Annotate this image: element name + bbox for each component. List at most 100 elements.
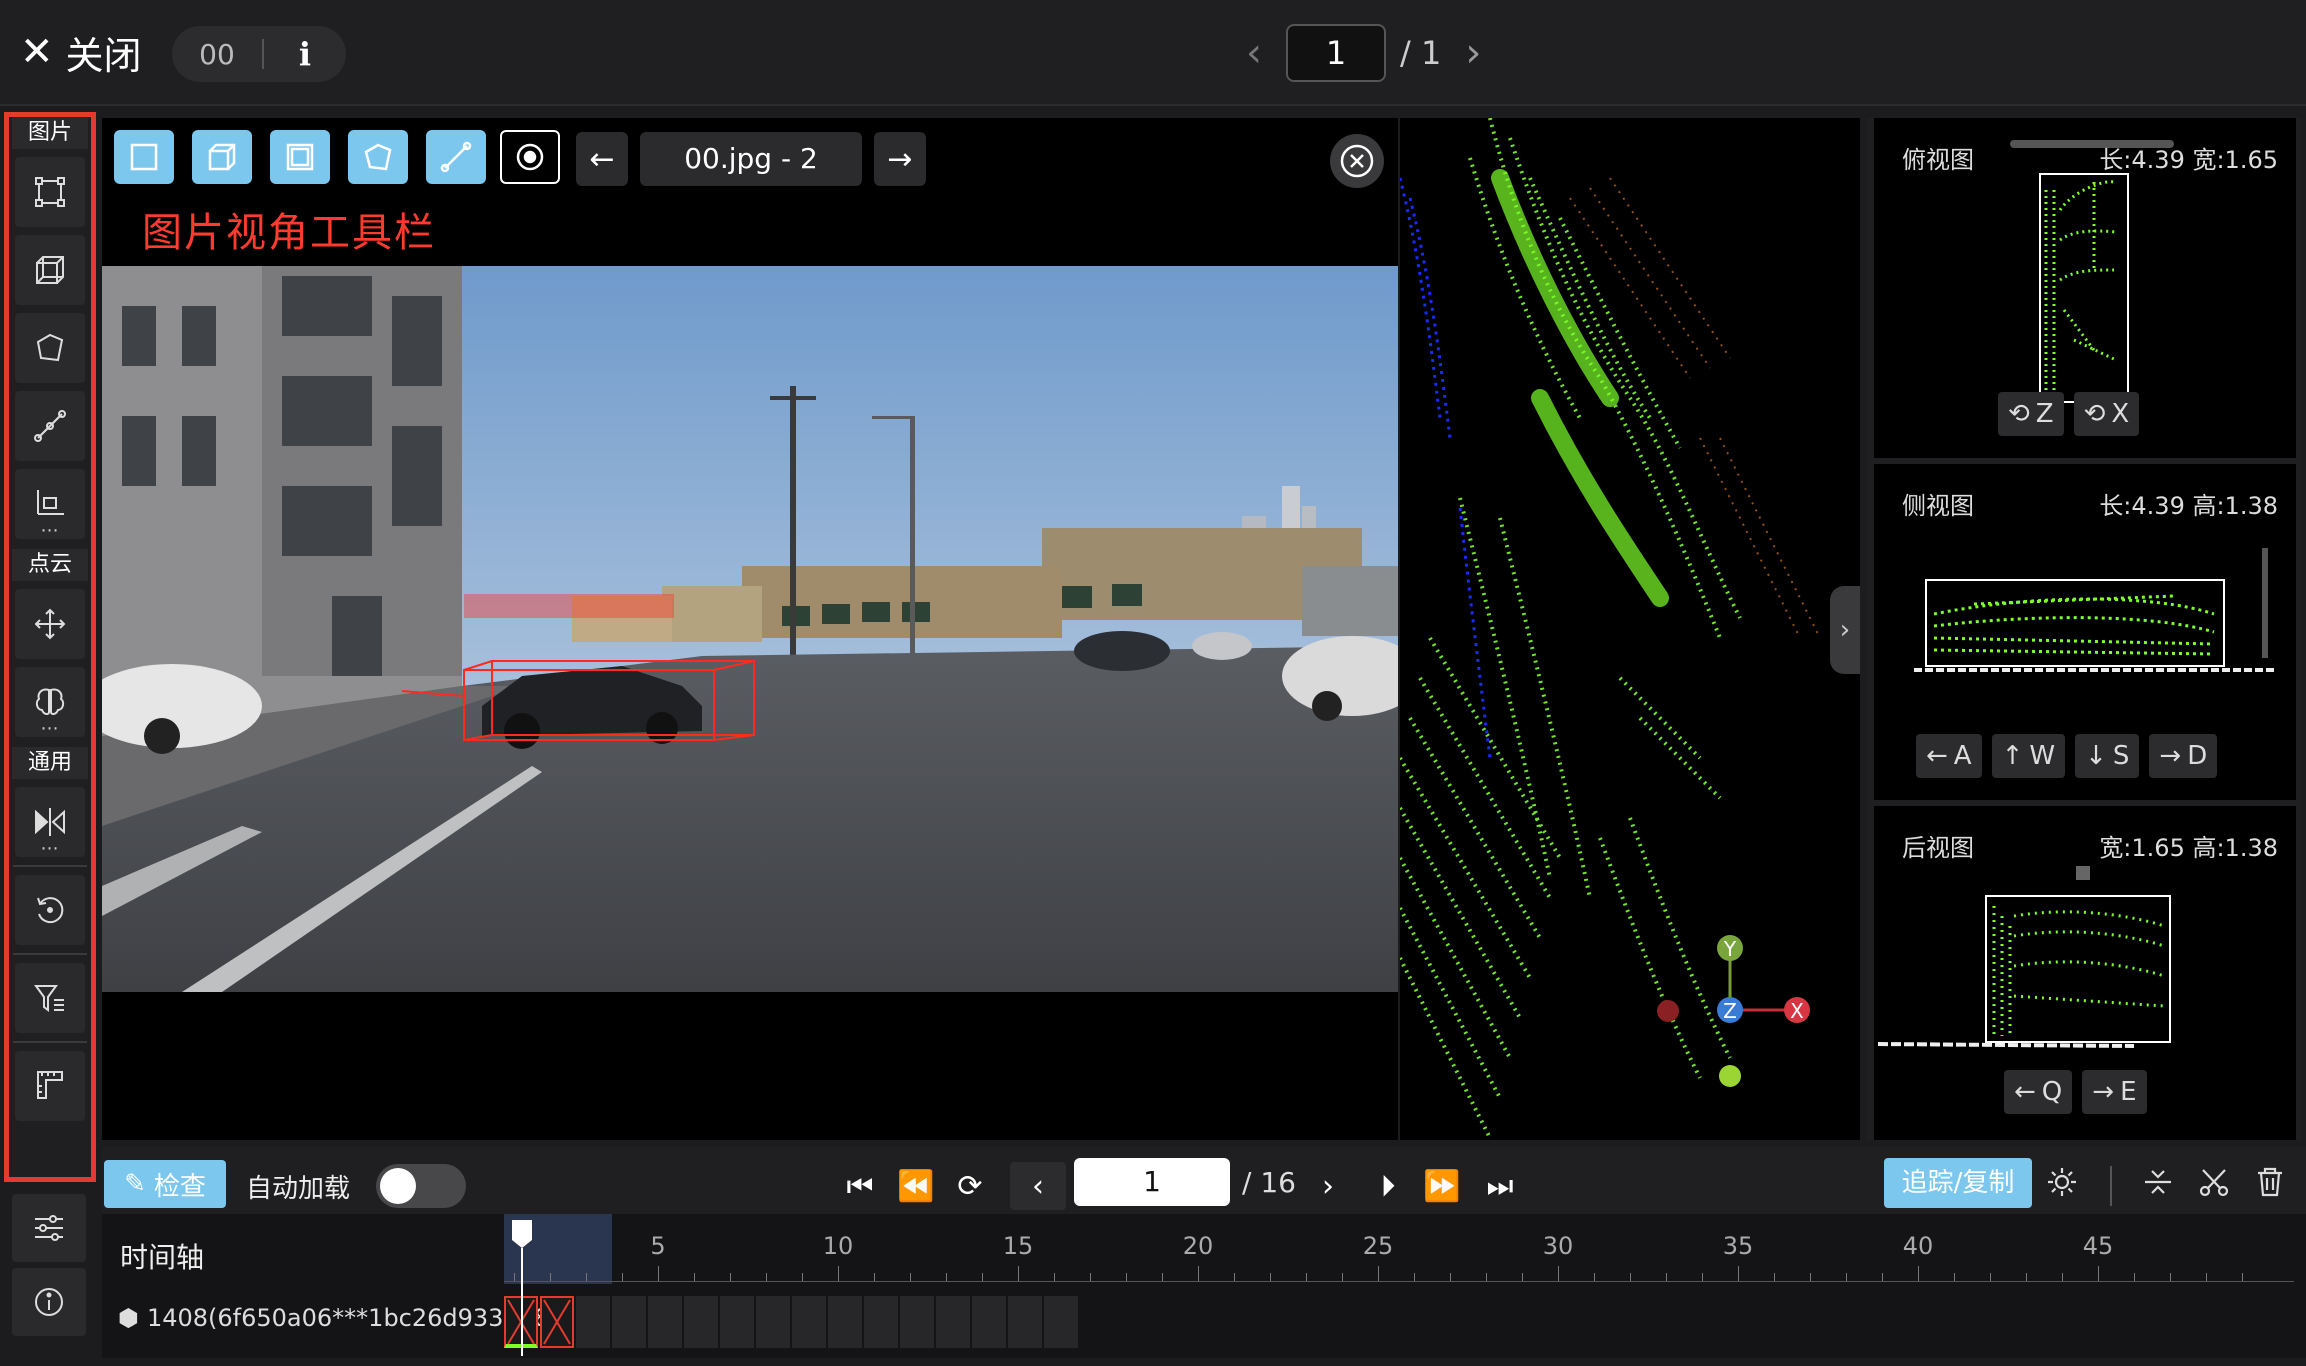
rewind-button[interactable]: ⏪ bbox=[892, 1162, 940, 1210]
track-frame-cell[interactable] bbox=[720, 1296, 754, 1348]
cut-button[interactable] bbox=[2194, 1162, 2234, 1202]
close-button[interactable]: ✕ 关闭 bbox=[20, 24, 142, 80]
frame-input[interactable]: 1 bbox=[1074, 1158, 1230, 1206]
split-button[interactable] bbox=[2138, 1162, 2178, 1202]
rect-tool-button[interactable] bbox=[15, 157, 85, 227]
image-box-tool[interactable] bbox=[270, 130, 330, 184]
loop-button[interactable]: ⟳ bbox=[946, 1162, 994, 1210]
last-frame-button[interactable]: ⏭ bbox=[1476, 1162, 1524, 1210]
fast-forward-button[interactable]: ⏩ bbox=[1418, 1162, 1466, 1210]
settings-sliders-button[interactable] bbox=[12, 1194, 86, 1262]
ai-tool-button[interactable]: ⋯ bbox=[15, 667, 85, 739]
track-frame-cell[interactable] bbox=[1044, 1296, 1078, 1348]
track-frame-cell[interactable] bbox=[864, 1296, 898, 1348]
scissors-icon bbox=[2199, 1169, 2229, 1197]
image-keypoint-tool[interactable] bbox=[500, 130, 560, 184]
track-frame-cell[interactable] bbox=[1008, 1296, 1042, 1348]
prev-page-icon[interactable]: ‹ bbox=[1236, 30, 1272, 76]
track-frame-cell[interactable] bbox=[900, 1296, 934, 1348]
track-frame-cell[interactable] bbox=[792, 1296, 826, 1348]
rotate-e-button[interactable]: → E bbox=[2082, 1070, 2147, 1114]
polyline-tool-button[interactable] bbox=[15, 391, 85, 461]
page-navigator: ‹ 1 / 1 › bbox=[1236, 24, 1491, 82]
image-cuboid-tool[interactable] bbox=[192, 130, 252, 184]
polygon-tool-button[interactable] bbox=[15, 313, 85, 383]
target-icon bbox=[516, 143, 544, 171]
check-button[interactable]: ✎ 检查 bbox=[104, 1160, 226, 1208]
track-frame-cell[interactable] bbox=[936, 1296, 970, 1348]
rotate-x-button[interactable]: ⟲ X bbox=[2073, 392, 2140, 436]
point-cloud-view[interactable]: Y X Z bbox=[1400, 118, 1860, 1140]
settings-button[interactable] bbox=[2042, 1162, 2082, 1202]
arrow-right-icon: → bbox=[887, 141, 913, 177]
filter-tool-button[interactable] bbox=[15, 963, 85, 1033]
image-polygon-tool[interactable] bbox=[348, 130, 408, 184]
cuboid-tool-button[interactable] bbox=[15, 235, 85, 305]
track-frame-cell[interactable] bbox=[684, 1296, 718, 1348]
toolbar-divider bbox=[13, 953, 87, 955]
toolbar-caption: 图片视角工具栏 bbox=[142, 210, 436, 256]
svg-text:X: X bbox=[1790, 999, 1804, 1023]
play-button[interactable]: ⏵ bbox=[1364, 1162, 1412, 1210]
cube-icon bbox=[36, 256, 64, 284]
timeline-cursor[interactable] bbox=[510, 1218, 534, 1356]
rewind-icon: ⏪ bbox=[897, 1168, 935, 1204]
side-view-panel[interactable]: 侧视图 长:4.39 高:1.38 ← A ↑ W ↓ S → D bbox=[1874, 464, 2296, 800]
key-label: E bbox=[2120, 1077, 2137, 1107]
image-polyline-tool[interactable] bbox=[426, 130, 486, 184]
rotate-q-button[interactable]: ← Q bbox=[2004, 1070, 2073, 1114]
reset-tool-button[interactable] bbox=[15, 875, 85, 945]
move-right-button[interactable]: → D bbox=[2149, 734, 2218, 778]
close-image-view-button[interactable] bbox=[1330, 134, 1384, 188]
more-tools-indicator: ⋯ bbox=[40, 838, 60, 859]
next-frame-button[interactable]: › bbox=[1308, 1162, 1348, 1210]
keypoint-icon bbox=[37, 490, 64, 515]
group-label-image: 图片 bbox=[12, 117, 88, 149]
help-info-button[interactable] bbox=[12, 1268, 86, 1336]
skip-start-icon: ⏮ bbox=[846, 1168, 874, 1204]
timeline-scale[interactable]: 5 10 15 20 25 30 35 40 45 bbox=[504, 1214, 2294, 1284]
side-view-dims: 长:4.39 高:1.38 bbox=[2099, 492, 2278, 520]
prev-image-button[interactable]: ← bbox=[576, 132, 628, 186]
back-view-panel[interactable]: 后视图 宽:1.65 高:1.38 ← Q → E bbox=[1874, 806, 2296, 1140]
track-copy-button[interactable]: 追踪/复制 bbox=[1884, 1158, 2032, 1208]
move-down-button[interactable]: ↓ S bbox=[2075, 734, 2140, 778]
autoload-toggle[interactable] bbox=[376, 1164, 466, 1208]
timeline-tick bbox=[2098, 1266, 2099, 1282]
top-bar: ✕ 关闭 00 i ‹ 1 / 1 › bbox=[0, 0, 2306, 106]
filter-icon bbox=[34, 985, 64, 1012]
track-frame-cell[interactable] bbox=[576, 1296, 610, 1348]
flip-icon bbox=[35, 808, 65, 836]
image-rect-tool[interactable] bbox=[114, 130, 174, 184]
panel-handle[interactable] bbox=[2076, 866, 2090, 880]
delete-button[interactable] bbox=[2250, 1162, 2290, 1202]
brain-icon bbox=[35, 688, 65, 716]
collapse-panel-button[interactable]: › bbox=[1830, 586, 1860, 674]
flip-tool-button[interactable]: ⋯ bbox=[15, 787, 85, 859]
rotate-z-button[interactable]: ⟲ Z bbox=[1998, 392, 2064, 436]
timeline-tick bbox=[1558, 1266, 1559, 1282]
track-frame-cell[interactable] bbox=[756, 1296, 790, 1348]
track-frame-cell[interactable] bbox=[828, 1296, 862, 1348]
first-frame-button[interactable]: ⏮ bbox=[836, 1162, 884, 1210]
track-frame-cell[interactable] bbox=[540, 1296, 574, 1348]
timeline-tick bbox=[658, 1266, 659, 1282]
street-scene-image bbox=[102, 266, 1398, 992]
top-view-panel[interactable]: 俯视图 长:4.39 宽:1.65 ⟲ Z ⟲ X bbox=[1874, 118, 2296, 458]
next-page-icon[interactable]: › bbox=[1455, 30, 1491, 76]
move-up-button[interactable]: ↑ W bbox=[1991, 734, 2066, 778]
prev-frame-button[interactable]: ‹ bbox=[1010, 1162, 1066, 1210]
key-label: W bbox=[2029, 741, 2056, 771]
track-frame-cell[interactable] bbox=[648, 1296, 682, 1348]
move-left-button[interactable]: ← A bbox=[1916, 734, 1982, 778]
track-frame-cell[interactable] bbox=[972, 1296, 1006, 1348]
page-input[interactable]: 1 bbox=[1286, 24, 1386, 82]
measure-tool-button[interactable] bbox=[15, 1051, 85, 1121]
next-image-button[interactable]: → bbox=[874, 132, 926, 186]
toolbar-divider bbox=[2110, 1166, 2112, 1206]
info-icon[interactable]: i bbox=[264, 35, 346, 73]
track-frame-cell[interactable] bbox=[612, 1296, 646, 1348]
camera-image[interactable] bbox=[102, 266, 1398, 992]
keypoint-tool-button[interactable]: ⋯ bbox=[15, 469, 85, 541]
move-tool-button[interactable] bbox=[15, 589, 85, 659]
